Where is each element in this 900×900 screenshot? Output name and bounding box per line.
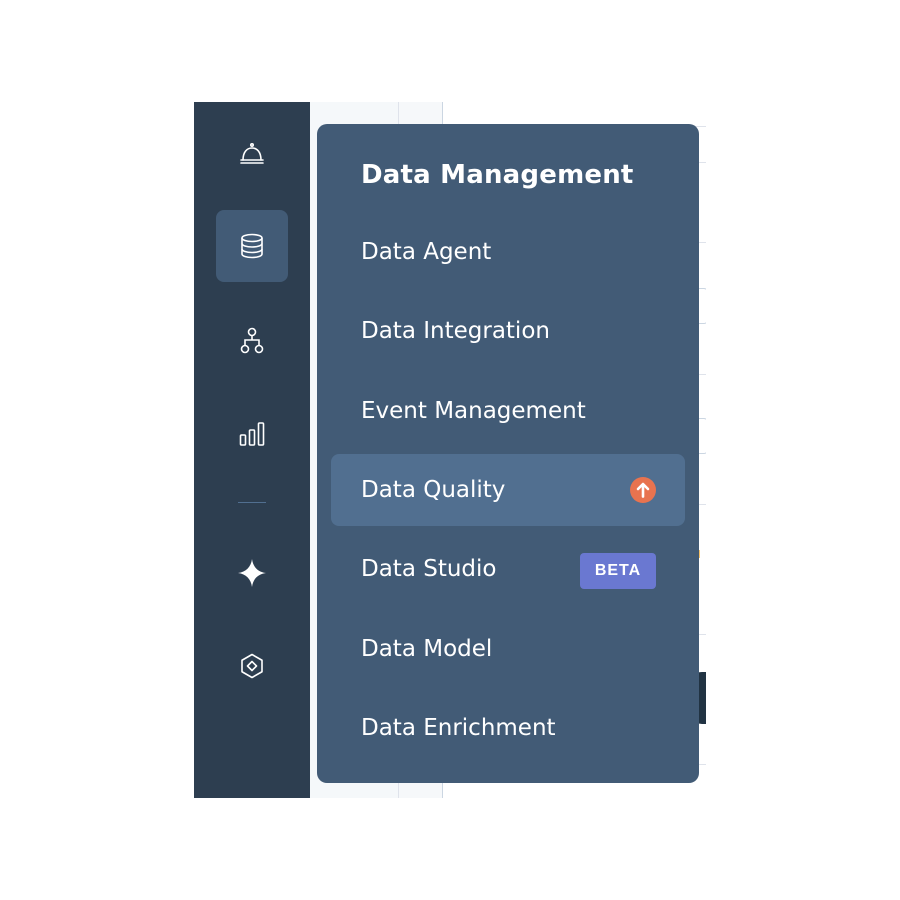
menu-item-label: Data Quality [361, 477, 506, 503]
database-icon [238, 232, 266, 260]
rail-item-marketplace[interactable] [216, 630, 288, 702]
beta-badge: BETA [580, 553, 656, 589]
sparkle-icon [237, 558, 267, 588]
menu-item-label: Data Agent [361, 239, 492, 265]
menu-item-data-quality[interactable]: Data Quality [331, 454, 685, 526]
rail-item-service[interactable] [216, 118, 288, 190]
flyout-title: Data Management [361, 160, 634, 190]
bar-chart-icon [238, 420, 266, 448]
menu-item-label: Data Model [361, 636, 493, 662]
menu-item-label: Data Studio [361, 556, 497, 582]
menu-item-label: Event Management [361, 398, 586, 424]
app-window: Data Management Data Agent Data Integrat… [194, 102, 706, 798]
upgrade-arrow-icon [630, 477, 656, 503]
rail-item-automation[interactable] [216, 305, 288, 377]
menu-item-data-model[interactable]: Data Model [331, 613, 685, 685]
rail-divider [238, 502, 266, 503]
menu-item-data-agent[interactable]: Data Agent [331, 216, 685, 288]
menu-item-data-integration[interactable]: Data Integration [331, 295, 685, 367]
rail-item-ai[interactable] [216, 537, 288, 609]
menu-item-data-enrichment[interactable]: Data Enrichment [331, 692, 685, 764]
hierarchy-icon [238, 327, 266, 355]
menu-item-label: Data Integration [361, 318, 550, 344]
service-bell-icon [238, 140, 266, 168]
menu-item-data-studio[interactable]: Data Studio BETA [331, 533, 685, 605]
data-management-flyout: Data Management Data Agent Data Integrat… [317, 124, 699, 783]
rail-item-reporting[interactable] [216, 398, 288, 470]
hexagon-gem-icon [238, 652, 266, 680]
nav-rail [194, 102, 310, 798]
rail-item-data-management[interactable] [216, 210, 288, 282]
menu-item-event-management[interactable]: Event Management [331, 375, 685, 447]
menu-item-label: Data Enrichment [361, 715, 556, 741]
